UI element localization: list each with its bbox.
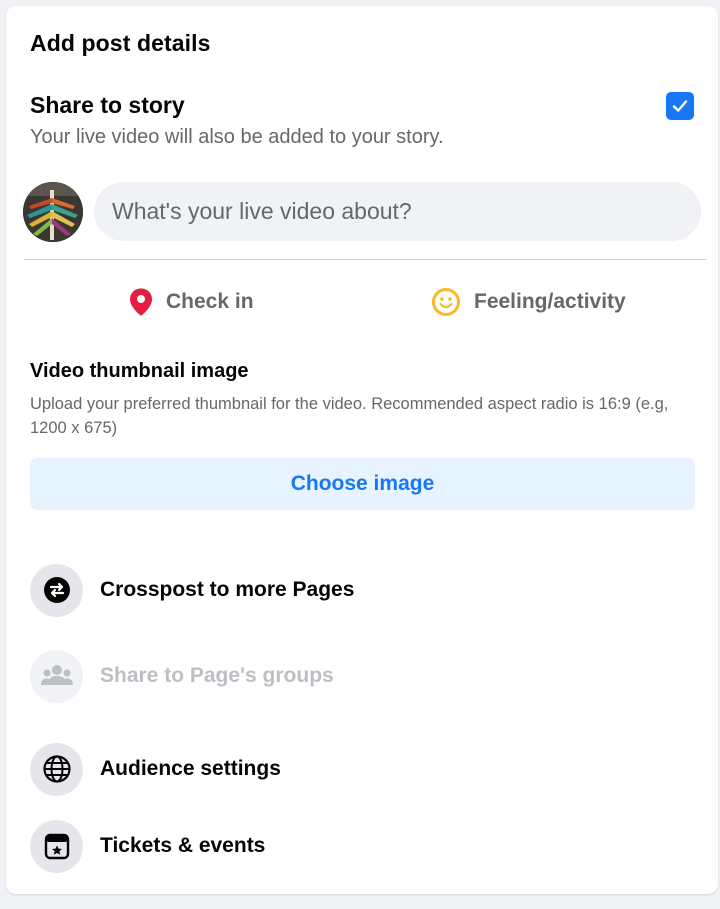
choose-image-button[interactable]: Choose image bbox=[30, 458, 695, 510]
groups-icon-circle bbox=[30, 649, 83, 703]
avatar bbox=[23, 182, 83, 242]
crosspost-icon-circle bbox=[30, 563, 83, 617]
crosspost-option[interactable]: Crosspost to more Pages bbox=[30, 563, 354, 617]
smiley-face-icon bbox=[430, 286, 462, 318]
globe-icon-circle bbox=[30, 742, 83, 796]
divider bbox=[24, 259, 706, 260]
panel-title: Add post details bbox=[30, 30, 211, 56]
tickets-events-label: Tickets & events bbox=[100, 834, 266, 857]
share-to-story-title: Share to story bbox=[30, 92, 185, 118]
tickets-events-option[interactable]: Tickets & events bbox=[30, 819, 265, 873]
feeling-activity-label: Feeling/activity bbox=[474, 290, 626, 313]
crosspost-arrows-icon bbox=[43, 577, 70, 603]
crosspost-label: Crosspost to more Pages bbox=[100, 578, 355, 601]
checkmark-icon bbox=[672, 100, 688, 112]
live-video-description-input[interactable] bbox=[94, 182, 701, 241]
groups-icon bbox=[40, 665, 73, 685]
feeling-activity-button[interactable]: Feeling/activity bbox=[430, 282, 626, 322]
share-to-groups-option: Share to Page's groups bbox=[30, 649, 334, 703]
globe-icon bbox=[42, 755, 71, 783]
location-pin-icon bbox=[128, 287, 154, 317]
ticket-icon-circle bbox=[30, 819, 83, 873]
audience-settings-label: Audience settings bbox=[100, 757, 281, 780]
post-details-panel: Add post details Share to story Your liv… bbox=[6, 6, 718, 894]
share-to-story-description: Your live video will also be added to yo… bbox=[30, 126, 444, 148]
thumbnail-description: Upload your preferred thumbnail for the … bbox=[30, 395, 669, 437]
ticket-calendar-icon bbox=[44, 833, 69, 860]
avatar-image bbox=[23, 182, 83, 242]
check-in-label: Check in bbox=[166, 290, 254, 313]
check-in-button[interactable]: Check in bbox=[128, 282, 254, 322]
thumbnail-title: Video thumbnail image bbox=[30, 360, 249, 382]
audience-settings-option[interactable]: Audience settings bbox=[30, 742, 281, 796]
share-to-story-checkbox[interactable] bbox=[666, 92, 694, 120]
share-to-groups-label: Share to Page's groups bbox=[100, 664, 334, 687]
